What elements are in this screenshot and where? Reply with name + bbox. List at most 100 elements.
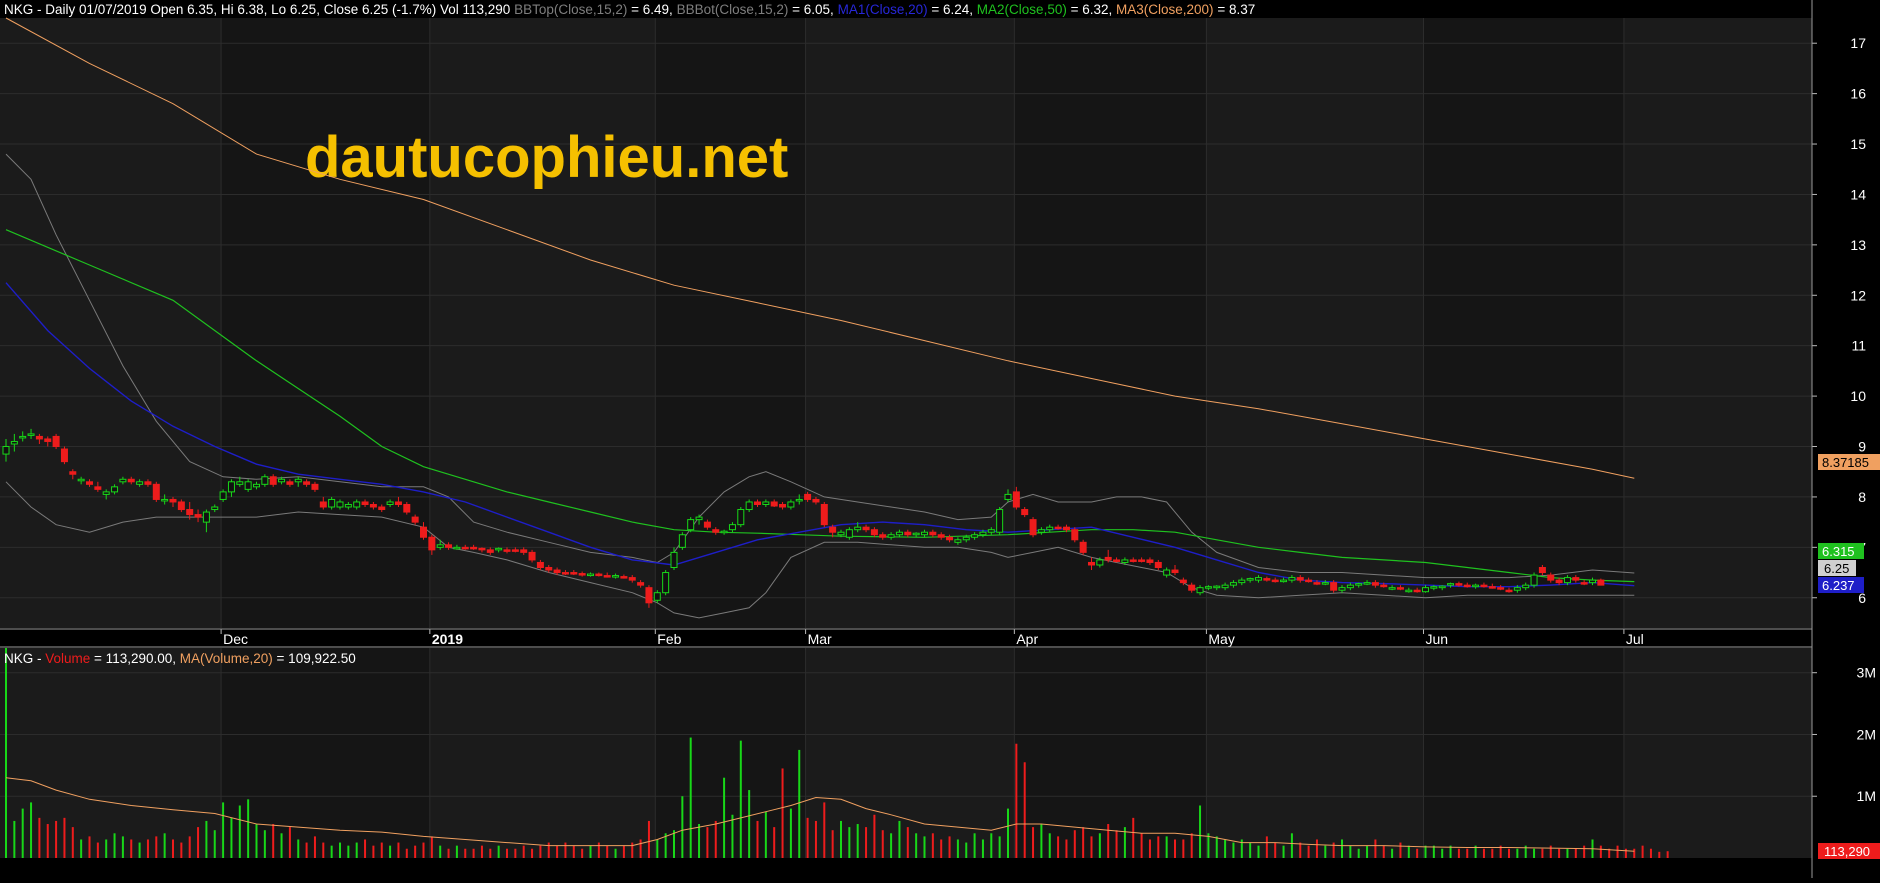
month-band xyxy=(1014,648,1207,858)
volume-bar xyxy=(506,848,508,858)
volume-bar xyxy=(1641,845,1644,858)
month-band xyxy=(1423,18,1624,628)
volume-bar xyxy=(389,845,392,858)
volume-bar xyxy=(1541,848,1544,858)
month-band xyxy=(0,18,222,628)
volume-bar xyxy=(322,842,325,858)
price-header-legend: NKG - Daily 01/07/2019 Open 6.35, Hi 6.3… xyxy=(4,2,1255,17)
volume-y-tick-label: 1M xyxy=(1857,788,1876,804)
volume-bar xyxy=(1424,845,1427,858)
volume-bar xyxy=(422,842,425,858)
candle xyxy=(687,517,695,533)
volume-bar xyxy=(1132,817,1135,858)
volume-bar xyxy=(96,842,99,858)
volume-bar xyxy=(1057,836,1060,858)
volume-bar xyxy=(1107,824,1110,858)
price-tag-ma20: 6.237 xyxy=(1818,577,1864,593)
volume-bar xyxy=(464,848,467,858)
volume-y-tick-label: 3M xyxy=(1857,665,1876,681)
volume-bar xyxy=(1583,845,1586,858)
volume-bar xyxy=(556,845,559,858)
volume-bar xyxy=(63,817,66,858)
month-band xyxy=(221,18,430,628)
watermark: dautucophieu.net xyxy=(305,125,788,190)
volume-bar xyxy=(522,845,525,858)
volume-bar xyxy=(890,833,893,858)
volume-bar xyxy=(30,802,33,858)
volume-bar xyxy=(806,817,809,858)
volume-bar xyxy=(923,836,926,858)
volume-bar xyxy=(848,827,851,858)
volume-bar xyxy=(146,839,149,858)
volume-bar xyxy=(5,648,7,858)
volume-bar xyxy=(1457,848,1460,858)
volume-bar xyxy=(606,845,609,858)
volume-bar xyxy=(414,845,417,858)
volume-bar xyxy=(455,845,458,858)
volume-bar xyxy=(723,777,726,858)
y-tick-label: 10 xyxy=(1850,388,1866,404)
volume-bar xyxy=(614,848,617,858)
volume-panel[interactable] xyxy=(0,648,1812,858)
volume-bar xyxy=(1315,839,1318,858)
volume-y-tick-label: 2M xyxy=(1857,726,1876,742)
x-tick-label: Apr xyxy=(1016,631,1038,647)
volume-bar xyxy=(1290,833,1293,858)
price-panel[interactable] xyxy=(0,0,1812,647)
price-tag-ma200-text: 8.37185 xyxy=(1822,455,1869,470)
volume-bar xyxy=(673,830,675,858)
volume-bar xyxy=(731,814,734,858)
volume-bar xyxy=(230,817,233,858)
volume-bar xyxy=(572,845,575,858)
x-tick-label: Dec xyxy=(223,631,248,647)
legend-bbtop: BBTop(Close,15,2) xyxy=(514,2,627,17)
volume-bar xyxy=(1482,848,1485,858)
volume-bar xyxy=(1624,848,1627,858)
month-band xyxy=(1623,648,1812,858)
volume-bar xyxy=(581,848,584,858)
volume-bar xyxy=(965,842,968,858)
candle xyxy=(1530,572,1538,588)
volume-bar xyxy=(180,842,183,858)
month-band xyxy=(1206,648,1424,858)
legend-volume-ma: MA(Volume,20) xyxy=(180,651,273,666)
x-tick-label: May xyxy=(1208,631,1234,647)
volume-bar xyxy=(55,820,58,858)
volume-bar xyxy=(213,830,216,858)
volume-bar xyxy=(38,817,41,858)
volume-bar xyxy=(1549,845,1552,858)
volume-bar xyxy=(1299,842,1302,858)
volume-bar xyxy=(313,836,316,858)
volume-bar xyxy=(714,820,717,858)
volume-bar xyxy=(589,845,592,858)
price-tag-close-text: 6.25 xyxy=(1824,561,1849,576)
legend-volume-value: = 113,290.00, xyxy=(90,651,179,666)
y-tick-label: 12 xyxy=(1850,287,1866,303)
volume-bar xyxy=(1282,845,1285,858)
volume-bar xyxy=(915,833,918,858)
candle xyxy=(152,481,160,502)
volume-bar xyxy=(480,845,483,858)
volume-bar xyxy=(789,808,792,858)
volume-bar xyxy=(1666,851,1669,858)
candle xyxy=(1029,517,1037,538)
volume-bar xyxy=(1174,839,1176,858)
volume-bar xyxy=(1115,830,1118,858)
volume-bar xyxy=(1157,836,1160,858)
volume-bar xyxy=(539,845,542,858)
x-tick-label: Jul xyxy=(1626,631,1644,647)
volume-bar xyxy=(280,833,283,858)
price-axis: 67891011121314151617 xyxy=(1812,35,1866,606)
volume-bar xyxy=(881,830,884,858)
volume-bar xyxy=(113,833,116,858)
volume-bar xyxy=(355,842,358,858)
chart-canvas[interactable]: dautucophieu.net 67891011121314151617 1M… xyxy=(0,0,1880,878)
x-tick-label: Jun xyxy=(1426,631,1449,647)
volume-bar xyxy=(865,827,868,858)
month-band xyxy=(429,18,656,628)
volume-bar xyxy=(1533,848,1536,858)
volume-bar xyxy=(1374,839,1377,858)
stock-chart[interactable]: dautucophieu.net 67891011121314151617 1M… xyxy=(0,0,1880,878)
volume-bar xyxy=(831,830,834,858)
volume-bar xyxy=(1658,851,1661,858)
